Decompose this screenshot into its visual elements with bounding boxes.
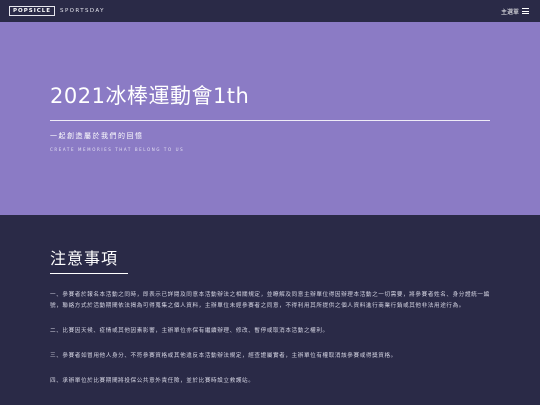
hero-banner: 2021冰棒運動會1th 一起創造屬於我們的回憶 CREATE MEMORIES… xyxy=(0,22,540,215)
hero-title: 2021冰棒運動會1th xyxy=(50,84,250,108)
hero-divider xyxy=(50,120,490,121)
top-navbar: POPSICLE SPORTSDAY 主選單 xyxy=(0,0,540,22)
notes-title: 注意事項 xyxy=(50,249,119,268)
main-menu-button[interactable]: 主選單 xyxy=(501,7,529,16)
notes-item: 四、承辦單位於比賽期間將投保公共意外責任險，並於比賽時設立救護站。 xyxy=(50,378,255,384)
hero-subtitle-english: CREATE MEMORIES THAT BELONG TO US xyxy=(50,147,185,152)
hamburger-menu-icon[interactable] xyxy=(522,8,529,14)
notes-item: 三、參賽者如冒用他人身分、不符參賽資格或其他違反本活動辦法規定，經查證屬實者，主… xyxy=(50,353,397,359)
popsicle-logo[interactable]: POPSICLE xyxy=(9,6,56,16)
hero-subtitle: 一起創造屬於我們的回憶 xyxy=(50,132,144,140)
notes-item: 二、比賽因天候、疫情或其他因素影響，主辦單位亦保有繼續辦理、修改、暫停或取消本活… xyxy=(50,328,329,334)
notes-section: 注意事項 一、參賽者於報名本活動之同時，即表示已詳閱及同意本活動辦法之相關規定，… xyxy=(0,215,540,405)
main-menu-label: 主選單 xyxy=(500,8,519,16)
brand-subtitle: SPORTSDAY xyxy=(60,8,105,14)
brand[interactable]: POPSICLE SPORTSDAY xyxy=(9,6,105,16)
notes-list: 一、參賽者於報名本活動之同時，即表示已詳閱及同意本活動辦法之相關規定，並瞭解及同… xyxy=(50,290,495,401)
notes-title-underline xyxy=(50,273,128,274)
notes-item: 一、參賽者於報名本活動之同時，即表示已詳閱及同意本活動辦法之相關規定，並瞭解及同… xyxy=(50,292,490,309)
